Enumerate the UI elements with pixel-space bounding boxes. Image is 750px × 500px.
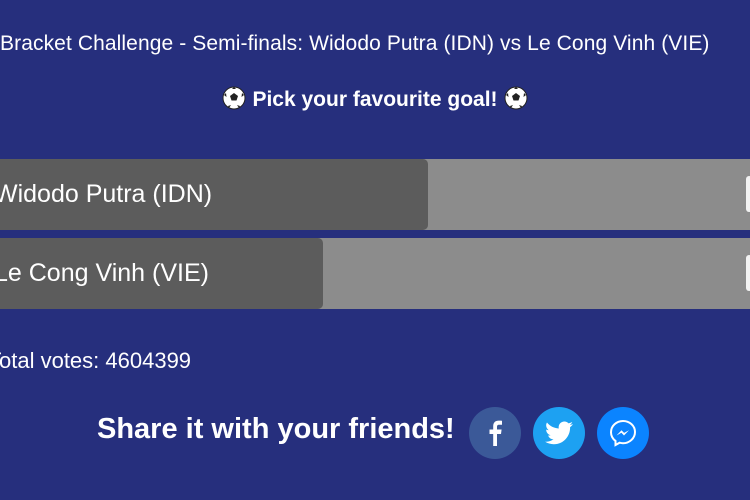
soccer-ball-icon [504,86,528,110]
facebook-icon [489,420,502,446]
poll-option-percent-badge [746,255,750,291]
share-section: Share it with your friends! [97,407,661,459]
poll-option-label: Le Cong Vinh (VIE) [0,259,209,287]
share-label: Share it with your friends! [97,412,455,445]
total-votes: Total votes: 4604399 [0,348,192,373]
soccer-ball-icon [222,86,246,110]
poll-title: Bracket Challenge - Semi-finals: Widodo … [0,32,710,55]
poll-subtitle: Pick your favourite goal! [0,86,750,112]
messenger-share-button[interactable] [596,407,649,459]
messenger-icon [609,419,636,447]
facebook-share-button[interactable] [468,407,521,459]
twitter-icon [544,421,573,445]
poll-option-le-cong-vinh[interactable]: Le Cong Vinh (VIE) [0,238,750,309]
poll-option-widodo-putra[interactable]: Widodo Putra (IDN) [0,159,750,230]
poll-option-label: Widodo Putra (IDN) [0,180,213,208]
poll-option-percent-badge [746,176,750,212]
twitter-share-button[interactable] [532,407,585,459]
subtitle-text: Pick your favourite goal! [252,88,498,111]
